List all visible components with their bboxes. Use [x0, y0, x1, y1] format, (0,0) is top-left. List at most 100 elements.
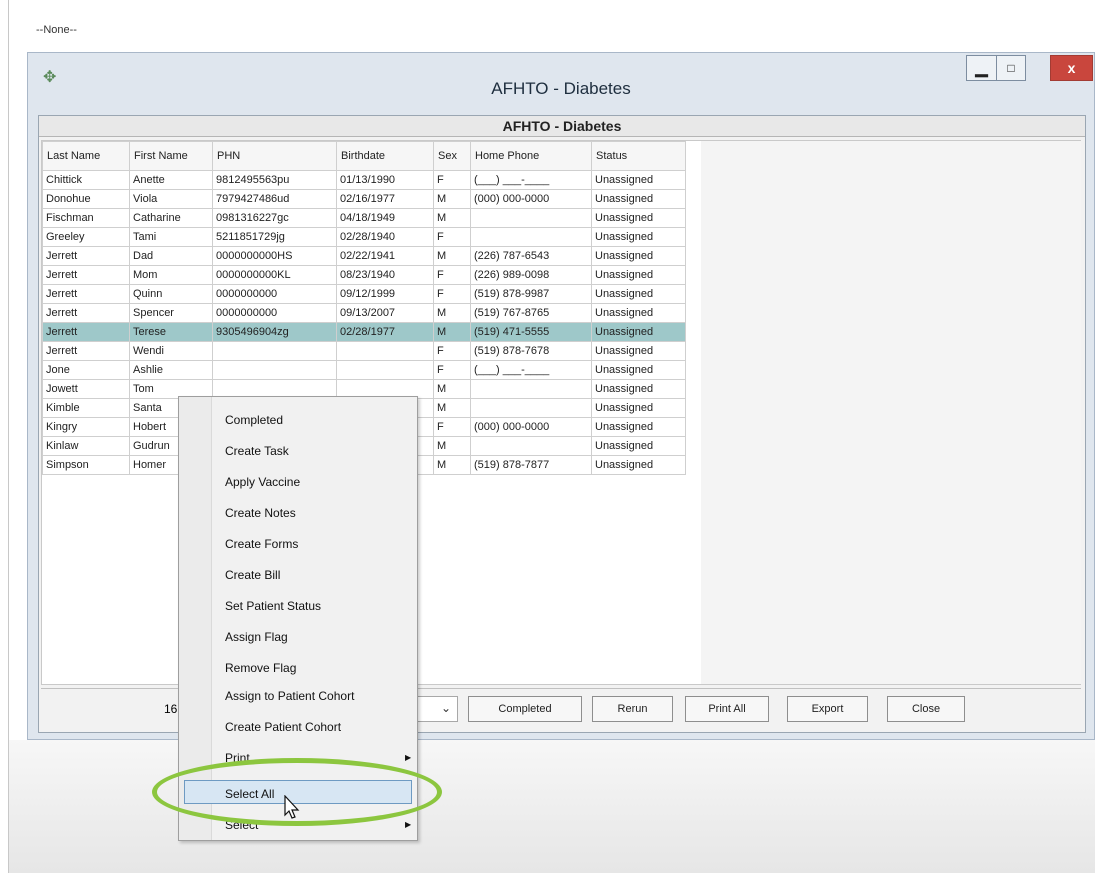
column-header-status[interactable]: Status — [591, 141, 686, 171]
cell-status: Unassigned — [591, 265, 686, 285]
cell-first-name: Spencer — [129, 303, 213, 323]
table-row[interactable]: Jone Ashlie F (___) ___-____ Unassigned — [42, 360, 686, 380]
cell-first-name: Wendi — [129, 341, 213, 361]
menu-item-assign-flag[interactable]: Assign Flag — [225, 629, 288, 645]
cell-first-name: Ashlie — [129, 360, 213, 380]
cell-home-phone: (226) 787-6543 — [470, 246, 592, 266]
cell-home-phone: (___) ___-____ — [470, 170, 592, 190]
maximize-icon: □ — [1007, 61, 1015, 75]
column-header-birthdate[interactable]: Birthdate — [336, 141, 434, 171]
cell-status: Unassigned — [591, 170, 686, 190]
table-row[interactable]: Greeley Tami 5211851729jg 02/28/1940 F Unassi… — [42, 227, 686, 247]
cell-sex: M — [433, 436, 471, 456]
menu-item-create-forms[interactable]: Create Forms — [225, 536, 298, 552]
cell-last-name: Jerrett — [42, 284, 130, 304]
cell-phn: 0981316227gc — [212, 208, 337, 228]
cell-sex: M — [433, 208, 471, 228]
cell-home-phone: (519) 471-5555 — [470, 322, 592, 342]
cell-first-name: Tami — [129, 227, 213, 247]
cell-phn — [212, 341, 337, 361]
cell-birthdate: 02/28/1940 — [336, 227, 434, 247]
cell-sex: F — [433, 284, 471, 304]
record-count: 16 — [164, 702, 178, 716]
cell-phn: 0000000000 — [212, 284, 337, 304]
close-button[interactable]: Close — [887, 696, 965, 722]
table-row[interactable]: Jerrett Dad 0000000000HS 02/22/1941 M (226) 7… — [42, 246, 686, 266]
cell-last-name: Jerrett — [42, 322, 130, 342]
table-row[interactable]: Jerrett Quinn 0000000000 09/12/1999 F (519) 8… — [42, 284, 686, 304]
action-dropdown[interactable]: ⌄ — [411, 696, 458, 722]
cell-home-phone — [470, 436, 592, 456]
cell-home-phone — [470, 227, 592, 247]
cell-home-phone: (000) 000-0000 — [470, 417, 592, 437]
cell-home-phone: (519) 878-7678 — [470, 341, 592, 361]
menu-item-set-patient-status[interactable]: Set Patient Status — [225, 598, 321, 614]
cell-first-name: Quinn — [129, 284, 213, 304]
menu-item-assign-to-patient-cohort[interactable]: Assign to Patient Cohort — [225, 688, 354, 704]
cell-phn: 9812495563pu — [212, 170, 337, 190]
cell-status: Unassigned — [591, 455, 686, 475]
chevron-down-icon: ⌄ — [440, 701, 451, 715]
menu-item-create-patient-cohort[interactable]: Create Patient Cohort — [225, 719, 341, 735]
cell-last-name: Jerrett — [42, 265, 130, 285]
cell-birthdate: 01/13/1990 — [336, 170, 434, 190]
cell-status: Unassigned — [591, 417, 686, 437]
cell-first-name: Dad — [129, 246, 213, 266]
table-header: Last Name First Name PHN Birthdate Sex Home P… — [42, 141, 686, 171]
cell-status: Unassigned — [591, 208, 686, 228]
cell-status: Unassigned — [591, 303, 686, 323]
column-header-sex[interactable]: Sex — [433, 141, 471, 171]
submenu-arrow-icon: ▶ — [405, 753, 412, 762]
cell-status: Unassigned — [591, 341, 686, 361]
cell-first-name: Viola — [129, 189, 213, 209]
cell-home-phone — [470, 398, 592, 418]
table-row[interactable]: Fischman Catharine 0981316227gc 04/18/1949 M… — [42, 208, 686, 228]
menu-item-create-task[interactable]: Create Task — [225, 443, 289, 459]
column-header-first-name[interactable]: First Name — [129, 141, 213, 171]
column-header-phn[interactable]: PHN — [212, 141, 337, 171]
grid-empty-space — [701, 141, 1081, 684]
filter-label: --None-- — [36, 24, 77, 36]
cell-sex: F — [433, 417, 471, 437]
column-header-last-name[interactable]: Last Name — [42, 141, 130, 171]
table-row[interactable]: Chittick Anette 9812495563pu 01/13/1990 F (__… — [42, 170, 686, 190]
cell-birthdate: 09/13/2007 — [336, 303, 434, 323]
cell-last-name: Kinlaw — [42, 436, 130, 456]
cell-home-phone: (226) 989-0098 — [470, 265, 592, 285]
cell-status: Unassigned — [591, 227, 686, 247]
cell-last-name: Simpson — [42, 455, 130, 475]
minimize-button[interactable]: ▁ — [966, 55, 997, 81]
print-all-button[interactable]: Print All — [685, 696, 769, 722]
maximize-button[interactable]: □ — [996, 55, 1026, 81]
cell-birthdate: 02/22/1941 — [336, 246, 434, 266]
cell-phn: 9305496904zg — [212, 322, 337, 342]
menu-item-completed[interactable]: Completed — [225, 412, 283, 428]
cell-sex: M — [433, 379, 471, 399]
cell-birthdate: 08/23/1940 — [336, 265, 434, 285]
cell-phn: 5211851729jg — [212, 227, 337, 247]
close-window-button[interactable]: x — [1050, 55, 1093, 81]
menu-item-remove-flag[interactable]: Remove Flag — [225, 660, 296, 676]
table-row[interactable]: Jerrett Wendi F (519) 878-7678 Unassigned — [42, 341, 686, 361]
cell-last-name: Jerrett — [42, 246, 130, 266]
cell-sex: M — [433, 246, 471, 266]
menu-item-create-bill[interactable]: Create Bill — [225, 567, 280, 583]
column-header-home-phone[interactable]: Home Phone — [470, 141, 592, 171]
completed-button[interactable]: Completed — [468, 696, 582, 722]
cell-first-name: Anette — [129, 170, 213, 190]
menu-item-apply-vaccine[interactable]: Apply Vaccine — [225, 474, 300, 490]
rerun-button[interactable]: Rerun — [592, 696, 673, 722]
export-button[interactable]: Export — [787, 696, 868, 722]
cell-home-phone: (519) 767-8765 — [470, 303, 592, 323]
cell-last-name: Kimble — [42, 398, 130, 418]
table-row[interactable]: Jerrett Mom 0000000000KL 08/23/1940 F (226) 9… — [42, 265, 686, 285]
menu-item-create-notes[interactable]: Create Notes — [225, 505, 296, 521]
cell-birthdate: 02/16/1977 — [336, 189, 434, 209]
table-row[interactable]: Jerrett Terese 9305496904zg 02/28/1977 M (519… — [42, 322, 686, 342]
cell-sex: M — [433, 303, 471, 323]
title-bar[interactable]: ✥ AFHTO - Diabetes ▁ □ x — [28, 53, 1094, 115]
table-row[interactable]: Donohue Viola 7979427486ud 02/16/1977 M (000)… — [42, 189, 686, 209]
cell-last-name: Greeley — [42, 227, 130, 247]
table-row[interactable]: Jerrett Spencer 0000000000 09/13/2007 M (519)… — [42, 303, 686, 323]
cell-last-name: Jerrett — [42, 341, 130, 361]
